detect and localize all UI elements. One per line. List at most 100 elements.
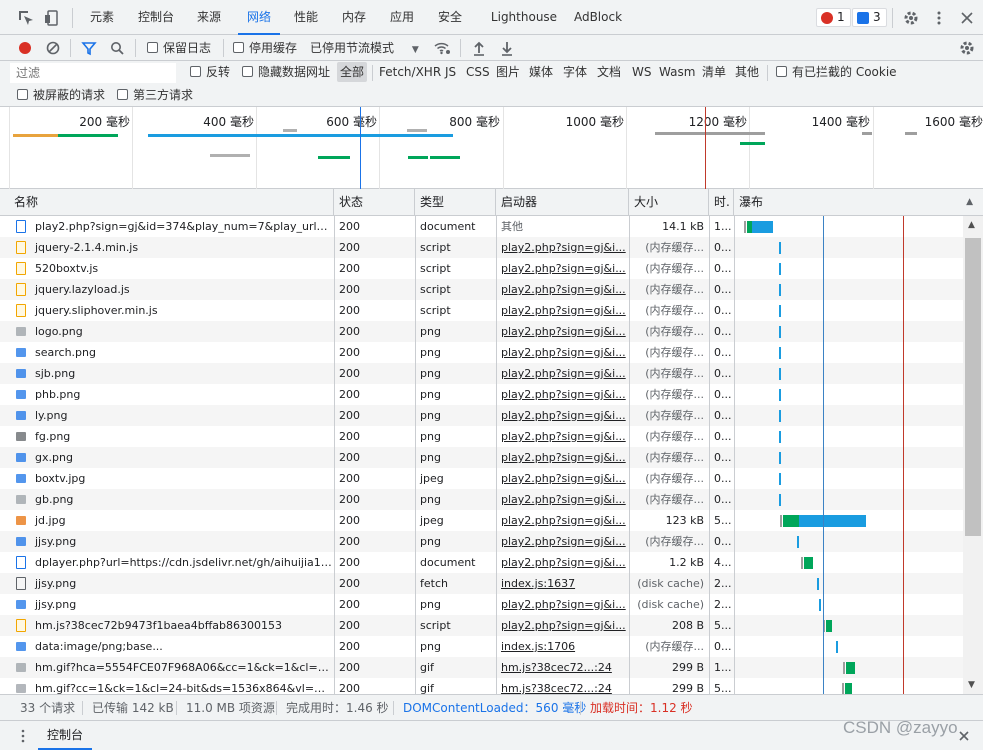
- network-conditions-wifi-icon[interactable]: [433, 40, 451, 56]
- tab-sources[interactable]: 来源: [190, 0, 228, 35]
- column-header-status[interactable]: 状态: [334, 189, 415, 216]
- network-settings-gear-icon[interactable]: [958, 39, 976, 57]
- request-initiator[interactable]: hm.js?38cec72...:24: [496, 678, 629, 694]
- request-initiator[interactable]: play2.php?sign=gj&i...: [496, 258, 629, 279]
- preserve-log-checkbox[interactable]: 保留日志: [147, 39, 211, 57]
- filter-type-ws[interactable]: WS: [632, 62, 651, 82]
- device-toolbar-icon[interactable]: [43, 9, 61, 27]
- checkbox-box[interactable]: [233, 42, 244, 53]
- inspect-element-icon[interactable]: [17, 9, 35, 27]
- table-row[interactable]: sjb.png 200 png play2.php?sign=gj&i... (内存缓存…: [0, 363, 963, 384]
- request-initiator[interactable]: hm.js?38cec72...:24: [496, 657, 629, 678]
- request-initiator[interactable]: play2.php?sign=gj&i...: [496, 384, 629, 405]
- message-count-badge[interactable]: 3: [852, 8, 887, 27]
- table-row[interactable]: hm.js?38cec72b9473f1baea4bffab86300153 20…: [0, 615, 963, 636]
- request-initiator[interactable]: play2.php?sign=gj&i...: [496, 510, 629, 531]
- table-row[interactable]: boxtv.jpg 200 jpeg play2.php?sign=gj&i... (内…: [0, 468, 963, 489]
- export-har-download-icon[interactable]: [499, 39, 515, 57]
- table-row[interactable]: hm.gif?cc=1&ck=1&cl=24-bit&ds=1536x864&v…: [0, 678, 963, 694]
- drawer-menu-kebab-icon[interactable]: [17, 729, 29, 743]
- table-row[interactable]: ly.png 200 png play2.php?sign=gj&i... (内存缓存.…: [0, 405, 963, 426]
- request-initiator[interactable]: play2.php?sign=gj&i...: [496, 279, 629, 300]
- blocked-requests-checkbox[interactable]: 被屏蔽的请求: [17, 85, 105, 105]
- checkbox-box[interactable]: [776, 66, 787, 77]
- throttling-select[interactable]: 已停用节流模式 ▼: [310, 39, 419, 57]
- checkbox-box[interactable]: [242, 66, 253, 77]
- column-header-type[interactable]: 类型: [415, 189, 496, 216]
- table-row[interactable]: phb.png 200 png play2.php?sign=gj&i... (内存缓存…: [0, 384, 963, 405]
- table-row[interactable]: hm.gif?hca=5554FCE07F968A06&cc=1&ck=1&cl…: [0, 657, 963, 678]
- filter-input[interactable]: [10, 63, 176, 83]
- request-initiator[interactable]: play2.php?sign=gj&i...: [496, 468, 629, 489]
- checkbox-box[interactable]: [190, 66, 201, 77]
- request-initiator[interactable]: play2.php?sign=gj&i...: [496, 426, 629, 447]
- filter-type-img[interactable]: 图片: [496, 62, 520, 82]
- close-drawer-icon[interactable]: [956, 728, 972, 744]
- checkbox-box[interactable]: [147, 42, 158, 53]
- column-header-time[interactable]: 时.: [709, 189, 734, 216]
- request-initiator[interactable]: play2.php?sign=gj&i...: [496, 615, 629, 636]
- table-row[interactable]: jd.jpg 200 jpeg play2.php?sign=gj&i... 123 k…: [0, 510, 963, 531]
- request-initiator[interactable]: play2.php?sign=gj&i...: [496, 489, 629, 510]
- more-options-icon[interactable]: [930, 9, 948, 27]
- table-row[interactable]: gb.png 200 png play2.php?sign=gj&i... (内存缓存.…: [0, 489, 963, 510]
- scroll-down-arrow-icon[interactable]: ▼: [968, 680, 975, 690]
- request-initiator[interactable]: play2.php?sign=gj&i...: [496, 447, 629, 468]
- table-row[interactable]: search.png 200 png play2.php?sign=gj&i... (内…: [0, 342, 963, 363]
- tab-elements[interactable]: 元素: [82, 0, 122, 35]
- tab-security[interactable]: 安全: [432, 0, 468, 35]
- table-row[interactable]: jquery.sliphover.min.js 200 script play2.ph…: [0, 300, 963, 321]
- scroll-up-arrow-icon[interactable]: ▲: [968, 220, 975, 230]
- filter-type-doc[interactable]: 文档: [597, 62, 621, 82]
- tab-performance[interactable]: 性能: [288, 0, 324, 35]
- request-initiator[interactable]: play2.php?sign=gj&i...: [496, 531, 629, 552]
- table-row[interactable]: jjsy.png 200 fetch index.js:1637 (disk cache…: [0, 573, 963, 594]
- table-row[interactable]: fg.png 200 png play2.php?sign=gj&i... (内存缓存.…: [0, 426, 963, 447]
- scrollbar-thumb[interactable]: [965, 238, 981, 536]
- table-row[interactable]: data:image/png;base... 200 png index.js:170…: [0, 636, 963, 657]
- table-scrollbar[interactable]: ▲ ▼: [963, 216, 983, 694]
- request-initiator[interactable]: play2.php?sign=gj&i...: [496, 237, 629, 258]
- column-header-size[interactable]: 大小: [629, 189, 709, 216]
- error-count-badge[interactable]: 1: [816, 8, 851, 27]
- filter-type-js[interactable]: JS: [445, 62, 456, 82]
- table-row[interactable]: gx.png 200 png play2.php?sign=gj&i... (内存缓存.…: [0, 447, 963, 468]
- table-row[interactable]: jquery.lazyload.js 200 script play2.php?sig…: [0, 279, 963, 300]
- tab-adblock[interactable]: AdBlock: [570, 0, 626, 35]
- request-initiator[interactable]: play2.php?sign=gj&i...: [496, 552, 629, 573]
- checkbox-box[interactable]: [17, 89, 28, 100]
- tab-network[interactable]: 网络: [238, 0, 280, 35]
- filter-type-other[interactable]: 其他: [735, 62, 759, 82]
- record-stop-icon[interactable]: [17, 40, 33, 56]
- table-row[interactable]: 520boxtv.js 200 script play2.php?sign=gj&i.…: [0, 258, 963, 279]
- filter-type-font[interactable]: 字体: [563, 62, 587, 82]
- tab-application[interactable]: 应用: [384, 0, 420, 35]
- request-initiator[interactable]: index.js:1637: [496, 573, 629, 594]
- close-devtools-icon[interactable]: [958, 9, 976, 27]
- filter-type-all[interactable]: 全部: [337, 62, 368, 82]
- column-header-name[interactable]: 名称: [9, 189, 334, 216]
- column-header-waterfall[interactable]: 瀑布 ▲: [734, 189, 983, 216]
- search-icon[interactable]: [109, 40, 125, 56]
- invert-checkbox[interactable]: 反转: [190, 62, 230, 82]
- third-party-checkbox[interactable]: 第三方请求: [117, 85, 193, 105]
- tab-memory[interactable]: 内存: [336, 0, 372, 35]
- filter-type-fetch-xhr[interactable]: Fetch/XHR: [379, 62, 441, 82]
- request-initiator[interactable]: play2.php?sign=gj&i...: [496, 363, 629, 384]
- drawer-tab-console[interactable]: 控制台: [38, 721, 93, 750]
- request-initiator[interactable]: index.js:1706: [496, 636, 629, 657]
- table-row[interactable]: logo.png 200 png play2.php?sign=gj&i... (内存缓…: [0, 321, 963, 342]
- tab-lighthouse[interactable]: Lighthouse: [488, 0, 560, 35]
- request-initiator[interactable]: play2.php?sign=gj&i...: [496, 321, 629, 342]
- column-header-initiator[interactable]: 启动器: [496, 189, 629, 216]
- settings-gear-icon[interactable]: [902, 9, 920, 27]
- checkbox-box[interactable]: [117, 89, 128, 100]
- import-har-upload-icon[interactable]: [471, 39, 487, 57]
- hide-data-urls-checkbox[interactable]: 隐藏数据网址: [242, 62, 330, 82]
- table-row[interactable]: play2.php?sign=gj&id=374&play_num=7&play…: [0, 216, 963, 237]
- request-initiator[interactable]: play2.php?sign=gj&i...: [496, 405, 629, 426]
- clear-log-icon[interactable]: [45, 40, 61, 56]
- table-row[interactable]: jquery-2.1.4.min.js 200 script play2.php?si…: [0, 237, 963, 258]
- timeline-overview[interactable]: 200 毫秒 400 毫秒 600 毫秒 800 毫秒 1000 毫秒 1200…: [0, 107, 983, 189]
- filter-type-media[interactable]: 媒体: [529, 62, 553, 82]
